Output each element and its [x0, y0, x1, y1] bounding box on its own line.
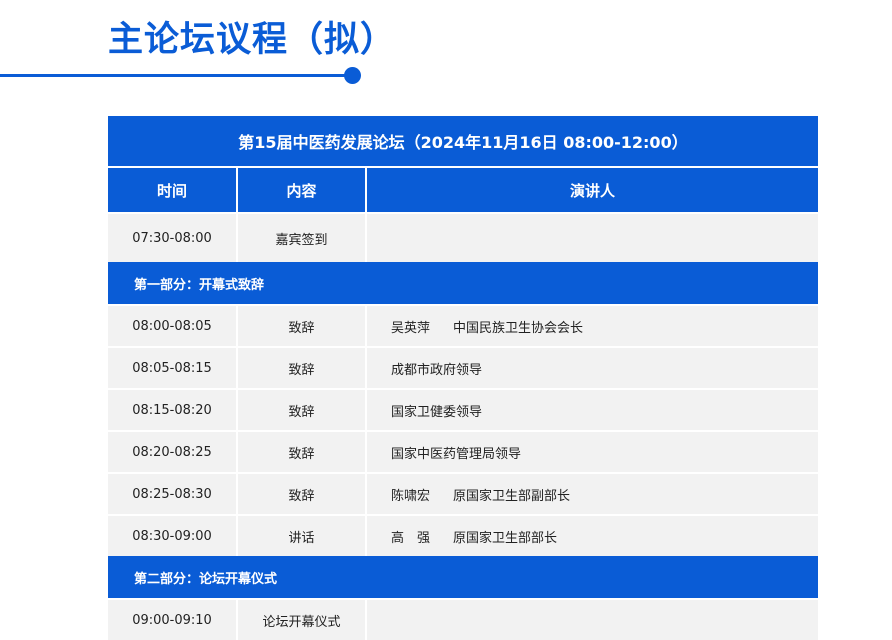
- table-row-checkin: 07:30-08:00 嘉宾签到: [108, 212, 818, 262]
- speaker-title: 中国民族卫生协会会长: [453, 320, 584, 336]
- speaker-name: 高 强: [391, 530, 431, 546]
- speaker-cell: 国家中医药管理局领导: [365, 432, 818, 472]
- table-header-row: 时间 内容 演讲人: [108, 166, 818, 212]
- table-row: 08:15-08:20 致辞 国家卫健委领导: [108, 388, 818, 430]
- content-cell: 致辞: [236, 306, 365, 346]
- agenda-table: 第15届中医药发展论坛（2024年11月16日 08:00-12:00） 时间 …: [108, 116, 818, 640]
- page-title: 主论坛议程（拟）: [108, 20, 397, 60]
- speaker-cell: [365, 214, 818, 262]
- title-underline: [0, 74, 350, 77]
- speaker-title: 原国家卫生部部长: [453, 530, 558, 546]
- content-cell: 致辞: [236, 432, 365, 472]
- table-row: 09:00-09:10 论坛开幕仪式: [108, 598, 818, 640]
- content-cell: 致辞: [236, 348, 365, 388]
- time-cell: 09:00-09:10: [132, 612, 212, 628]
- content-cell: 致辞: [236, 390, 365, 430]
- table-row: 08:05-08:15 致辞 成都市政府领导: [108, 346, 818, 388]
- title-underline-dot: [344, 67, 361, 84]
- content-cell: 讲话: [236, 516, 365, 556]
- content-cell: 致辞: [236, 474, 365, 514]
- time-cell: 08:15-08:20: [132, 402, 212, 418]
- content-cell: 嘉宾签到: [236, 214, 365, 262]
- speaker-cell: 高 强 原国家卫生部部长: [365, 516, 818, 556]
- time-cell: 08:00-08:05: [132, 318, 212, 334]
- section-header-part1: 第一部分：开幕式致辞: [108, 262, 818, 304]
- time-cell: 08:30-09:00: [132, 528, 212, 544]
- time-cell: 07:30-08:00: [132, 230, 212, 246]
- table-row: 08:25-08:30 致辞 陈啸宏 原国家卫生部副部长: [108, 472, 818, 514]
- speaker-name: 陈啸宏: [391, 488, 431, 504]
- time-cell: 08:25-08:30: [132, 486, 212, 502]
- header-speaker: 演讲人: [365, 168, 818, 212]
- speaker-name: 吴英萍: [391, 320, 431, 336]
- time-cell: 08:05-08:15: [132, 360, 212, 376]
- forum-banner: 第15届中医药发展论坛（2024年11月16日 08:00-12:00）: [108, 116, 818, 166]
- content-cell: 论坛开幕仪式: [236, 600, 365, 640]
- speaker-cell: 成都市政府领导: [365, 348, 818, 388]
- speaker-cell: 吴英萍 中国民族卫生协会会长: [365, 306, 818, 346]
- speaker-title: 原国家卫生部副部长: [453, 488, 571, 504]
- header-content: 内容: [236, 168, 365, 212]
- speaker-name: 国家卫健委领导: [391, 404, 483, 420]
- time-cell: 08:20-08:25: [132, 444, 212, 460]
- speaker-cell: 陈啸宏 原国家卫生部副部长: [365, 474, 818, 514]
- speaker-name: 国家中医药管理局领导: [391, 446, 522, 462]
- speaker-cell: 国家卫健委领导: [365, 390, 818, 430]
- speaker-name: 成都市政府领导: [391, 362, 483, 378]
- section-header-part2: 第二部分：论坛开幕仪式: [108, 556, 818, 598]
- table-row: 08:00-08:05 致辞 吴英萍 中国民族卫生协会会长: [108, 304, 818, 346]
- speaker-cell: [365, 600, 818, 640]
- table-row: 08:30-09:00 讲话 高 强 原国家卫生部部长: [108, 514, 818, 556]
- header-time: 时间: [156, 181, 187, 200]
- table-row: 08:20-08:25 致辞 国家中医药管理局领导: [108, 430, 818, 472]
